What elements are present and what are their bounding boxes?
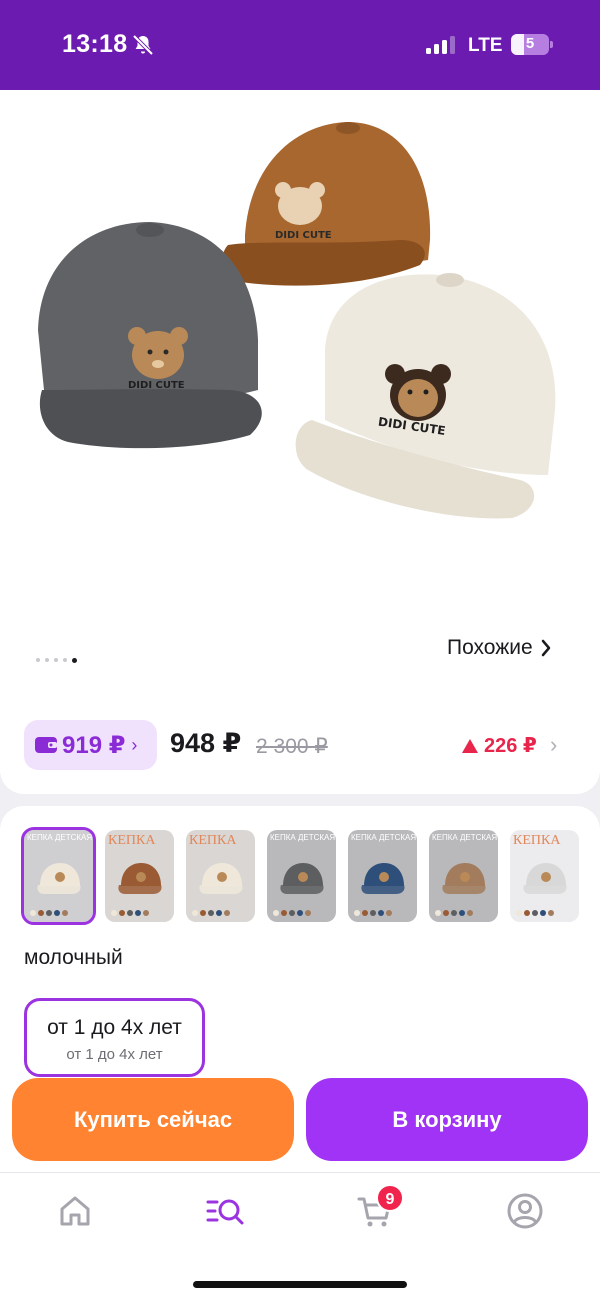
color-swatches bbox=[273, 910, 311, 916]
chevron-right-icon[interactable]: › bbox=[550, 732, 557, 758]
selected-color-name: молочный bbox=[24, 946, 123, 969]
page-dot-active bbox=[72, 657, 77, 663]
wallet-price: 919 ₽ bbox=[62, 731, 126, 759]
cap-thumbnail-icon bbox=[280, 863, 324, 894]
svg-text:DIDI CUTE: DIDI CUTE bbox=[128, 380, 185, 391]
color-thumbnail[interactable]: КЕПКА bbox=[510, 830, 579, 922]
bell-muted-icon bbox=[132, 34, 154, 56]
color-thumbnails: КЕПКА ДЕТСКАЯ КЕПКА КЕПКА КЕПКА ДЕТСКАЯ КЕПК… bbox=[21, 827, 579, 925]
color-thumbnail[interactable]: КЕПКА ДЕТСКАЯ bbox=[267, 830, 336, 922]
color-swatches bbox=[30, 910, 68, 916]
thumbnail-header: КЕПКА bbox=[513, 833, 561, 848]
share-icon[interactable] bbox=[544, 112, 580, 154]
size-sublabel: от 1 до 4х лет bbox=[66, 1046, 163, 1063]
thumbnail-header: КЕПКА ДЕТСКАЯ bbox=[27, 833, 93, 842]
cap-thumbnail-icon bbox=[118, 863, 162, 894]
page-dot bbox=[45, 658, 49, 662]
status-bar: 13:18 LTE 5 bbox=[0, 0, 600, 90]
color-thumbnail[interactable]: КЕПКА bbox=[105, 830, 174, 922]
cap-embroidery-text: DIDI CUTE bbox=[275, 230, 332, 241]
bottom-tab-bar: 9 bbox=[0, 1172, 600, 1300]
page-dot bbox=[54, 658, 58, 662]
old-price: 2 300 ₽ bbox=[256, 735, 328, 758]
wallet-icon bbox=[35, 737, 57, 753]
cap-thumbnail-icon bbox=[523, 863, 567, 894]
network-type: LTE bbox=[468, 35, 503, 56]
thumbnail-header: КЕПКА bbox=[189, 833, 237, 848]
battery-icon: 5 bbox=[511, 34, 549, 55]
home-indicator bbox=[193, 1281, 407, 1288]
price-change-value: 226 ₽ bbox=[484, 735, 537, 757]
cap-thumbnail-icon bbox=[37, 863, 81, 894]
cap-thumbnail-icon bbox=[442, 863, 486, 894]
cart-count-badge: 9 bbox=[376, 1184, 404, 1212]
back-icon[interactable] bbox=[22, 116, 58, 152]
color-thumbnail[interactable]: КЕПКА bbox=[186, 830, 255, 922]
tab-home[interactable] bbox=[55, 1191, 95, 1231]
color-swatches bbox=[354, 910, 392, 916]
buy-now-button[interactable]: Купить сейчас bbox=[12, 1078, 294, 1161]
tab-profile[interactable] bbox=[505, 1191, 545, 1231]
size-label: от 1 до 4х лет bbox=[47, 1016, 182, 1039]
home-icon bbox=[60, 1196, 90, 1226]
clock: 13:18 bbox=[62, 30, 128, 58]
wallet-price-button[interactable]: 919 ₽ › bbox=[24, 720, 157, 770]
color-swatches bbox=[111, 910, 149, 916]
similar-products-link[interactable]: Похожие bbox=[447, 636, 551, 660]
chevron-right-icon bbox=[541, 639, 550, 657]
color-swatches bbox=[435, 910, 473, 916]
thumbnail-header: КЕПКА ДЕТСКАЯ bbox=[270, 833, 336, 842]
catalog-search-icon bbox=[206, 1199, 244, 1225]
tab-catalog[interactable] bbox=[205, 1191, 245, 1231]
gallery-pagination bbox=[36, 656, 77, 664]
color-thumbnail[interactable]: КЕПКА ДЕТСКАЯ bbox=[429, 830, 498, 922]
product-photo: DIDI CUTE DIDI CUTE DIDI CUTE bbox=[0, 90, 600, 690]
size-option-selected[interactable]: от 1 до 4х лет от 1 до 4х лет bbox=[24, 998, 205, 1077]
thumbnail-header: КЕПКА bbox=[108, 833, 156, 848]
thumbnail-header: КЕПКА ДЕТСКАЯ bbox=[432, 833, 498, 842]
similar-label: Похожие bbox=[447, 636, 533, 659]
color-thumbnail-selected[interactable]: КЕПКА ДЕТСКАЯ bbox=[21, 827, 96, 925]
cap-thumbnail-icon bbox=[199, 863, 243, 894]
page-dot bbox=[63, 658, 67, 662]
favorite-heart-icon[interactable] bbox=[466, 116, 504, 152]
profile-icon bbox=[507, 1193, 543, 1229]
battery-level: 5 bbox=[525, 35, 535, 52]
product-gallery[interactable]: DIDI CUTE DIDI CUTE DIDI CUTE Похожие bbox=[0, 90, 600, 690]
price-change[interactable]: 226 ₽ bbox=[462, 733, 537, 758]
add-to-cart-button[interactable]: В корзину bbox=[306, 1078, 588, 1161]
signal-icon bbox=[426, 36, 455, 54]
current-price: 948 ₽ bbox=[170, 728, 242, 758]
page-dot bbox=[36, 658, 40, 662]
color-swatches bbox=[516, 910, 554, 916]
cap-thumbnail-icon bbox=[361, 863, 405, 894]
thumbnail-header: КЕПКА ДЕТСКАЯ bbox=[351, 833, 417, 842]
color-swatches bbox=[192, 910, 230, 916]
color-thumbnail[interactable]: КЕПКА ДЕТСКАЯ bbox=[348, 830, 417, 922]
price-up-icon bbox=[462, 738, 478, 753]
price-card: 919 ₽ › 948 ₽ 2 300 ₽ 226 ₽ › bbox=[0, 690, 600, 794]
chevron-right-icon: › bbox=[131, 734, 138, 755]
